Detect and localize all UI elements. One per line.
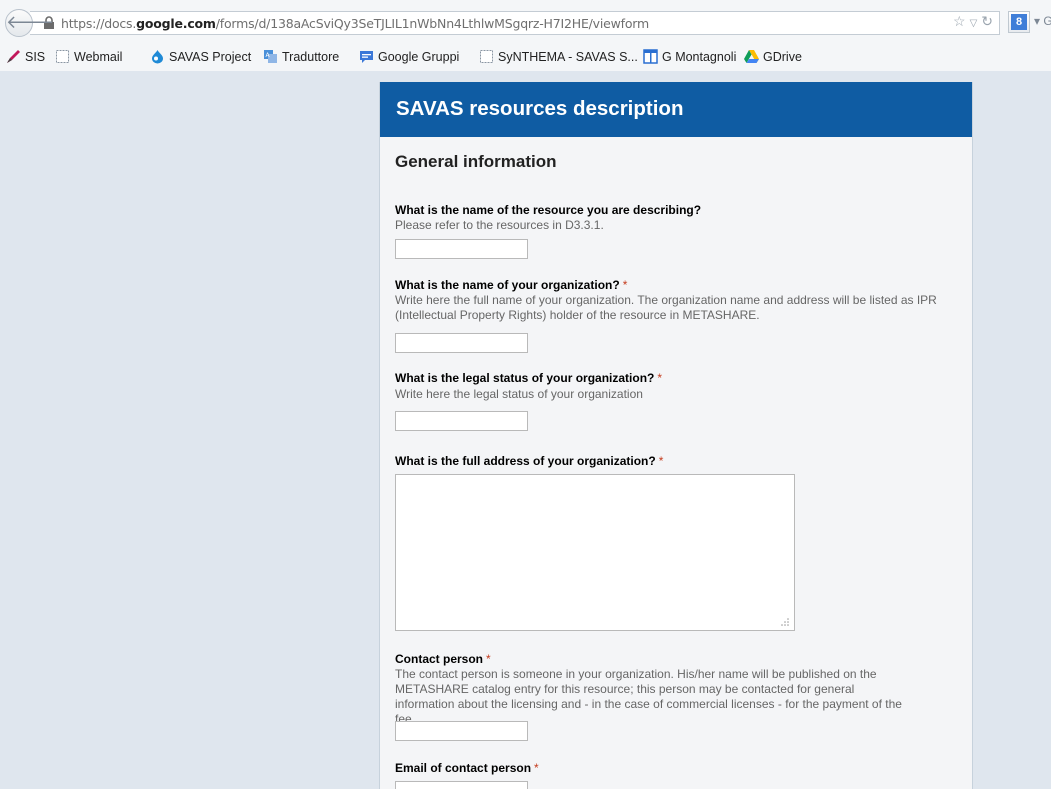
back-button[interactable]: 🡐 [5,9,54,37]
translate-icon: A [264,50,277,63]
bookmark-label: GDrive [763,50,802,64]
legal-status-input[interactable] [395,411,528,431]
bookmark-google-gruppi[interactable]: Google Gruppi [359,48,459,66]
bookmark-sis[interactable]: SIS [6,48,45,66]
question-label: Email of contact person [395,761,532,775]
sites-icon [643,49,658,64]
url-path: /forms/d/138aAcSviQy3SeTJLIL1nWbNn4Lthlw… [215,16,649,31]
organization-name-input[interactable] [395,333,528,353]
url-prefix: https://docs. [61,16,137,31]
google-plus-icon: 8 [1011,14,1027,30]
form-title: SAVAS resources description [396,97,684,120]
resize-grip-icon[interactable] [780,617,790,627]
back-arrow-icon: 🡐 [6,12,55,32]
bookmark-gdrive[interactable]: GDrive [744,48,802,66]
question-resource-name-title: What is the name of the resource you are… [395,203,701,217]
groups-icon [360,51,373,63]
dropdown-arrow-icon[interactable]: ▽ [970,18,978,29]
bookmark-label: SyNTHEMA - SAVAS S... [498,50,638,64]
resource-name-input[interactable] [395,239,528,259]
drupal-drop-icon [152,50,163,64]
bookmark-label: Traduttore [282,50,340,64]
question-contact-person-title: Contact person * [395,652,491,666]
address-bar[interactable]: https://docs.google.com/forms/d/138aAcSv… [30,11,1000,35]
question-label: What is the name of the resource you are… [395,203,702,217]
form-header: SAVAS resources description [380,82,972,137]
url-tools: ☆ ▽ ↻ [949,13,993,33]
drive-icon [744,50,759,63]
question-full-address-title: What is the full address of your organiz… [395,454,663,468]
bookmark-star-icon[interactable]: ☆ [953,13,966,29]
contact-email-input[interactable] [395,781,528,789]
question-contact-person-help: The contact person is someone in your or… [395,667,902,726]
bookmark-synthema[interactable]: SyNTHEMA - SAVAS S... [479,48,638,66]
contact-person-input[interactable] [395,721,528,741]
bookmark-label: Google Gruppi [378,50,460,64]
browser-chrome: https://docs.google.com/forms/d/138aAcSv… [0,0,1051,71]
blank-page-icon [56,50,69,63]
required-asterisk: * [658,454,664,468]
question-label: Contact person [395,652,484,666]
question-contact-email-title: Email of contact person * [395,761,539,775]
google-plus-menu[interactable]: ▾ G [1034,14,1051,28]
form-card: SAVAS resources description General info… [379,82,973,789]
google-plus-button[interactable]: 8 [1008,11,1030,33]
bookmark-traduttore[interactable]: A Traduttore [263,48,339,66]
required-asterisk: * [657,371,663,385]
section-title: General information [395,152,557,171]
question-legal-status-help: Write here the legal status of your orga… [395,387,643,401]
required-asterisk: * [622,278,628,292]
bookmark-savas-project[interactable]: SAVAS Project [150,48,251,66]
pen-icon [7,50,20,63]
bookmark-g-montagnoli[interactable]: G Montagnoli [643,48,736,66]
question-label: What is the legal status of your organiz… [395,371,655,385]
question-organization-name-title: What is the name of your organization? * [395,278,627,292]
reload-icon[interactable]: ↻ [981,13,993,29]
question-label: What is the name of your organization? [395,278,620,292]
bookmark-label: Webmail [74,50,123,64]
form-body: General information What is the name of … [380,137,972,789]
navigation-bar: https://docs.google.com/forms/d/138aAcSv… [0,9,1051,37]
url-text: https://docs.google.com/forms/d/138aAcSv… [61,16,649,31]
required-asterisk: * [486,652,491,666]
required-asterisk: * [534,761,539,775]
question-resource-name-help: Please refer to the resources in D3.3.1. [395,218,604,232]
bookmarks-bar: SIS Webmail SAVAS Project A Traduttore Go… [0,46,1051,68]
bookmark-label: SAVAS Project [169,50,252,64]
bookmark-label: SIS [25,50,46,64]
bookmark-webmail[interactable]: Webmail [55,48,122,66]
url-domain: google.com [136,16,216,31]
question-label: What is the full address of your organiz… [395,454,656,468]
question-legal-status-title: What is the legal status of your organiz… [395,371,662,385]
question-organization-name-help: Write here the full name of your organiz… [395,293,937,322]
bookmark-label: G Montagnoli [662,50,737,64]
full-address-textarea[interactable] [395,474,795,631]
blank-page-icon [480,50,493,63]
